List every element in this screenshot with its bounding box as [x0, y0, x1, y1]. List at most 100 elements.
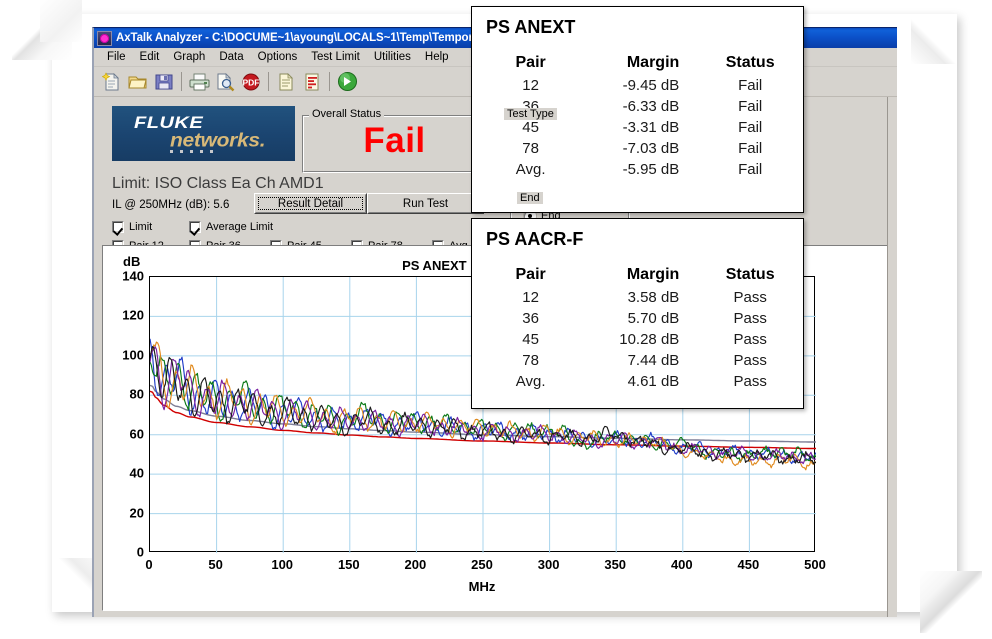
table-header-row: Pair Margin Status [482, 53, 803, 75]
status-badge: Pass [733, 352, 767, 369]
run-arrow-icon[interactable] [334, 69, 360, 95]
status-badge: Pass [733, 289, 767, 306]
table-row: 45 10.28 dB Pass [482, 329, 803, 350]
checkbox-limit[interactable]: Limit [112, 221, 152, 233]
window-title: AxTalk Analyzer - C:\DOCUME~1\ayoung\LOC… [116, 32, 532, 44]
end-group-label: End [517, 192, 543, 204]
x-tick-label: 0 [145, 557, 153, 572]
toolbar-separator-2 [268, 72, 269, 91]
menu-item-file[interactable]: File [100, 50, 133, 64]
checkbox-average-limit-box [189, 221, 201, 233]
right-edge-strip [887, 97, 897, 617]
ps-anext-panel-title: PS ANEXT [486, 17, 576, 37]
col-header-pair: Pair [515, 54, 546, 71]
paper-fold-bottom-right [920, 571, 982, 633]
table-row: 78 7.44 dB Pass [482, 350, 803, 371]
table-row: 12 -9.45 dB Fail [482, 75, 803, 96]
y-tick-label: 40 [129, 465, 144, 481]
cell-margin: -5.95 dB [622, 161, 680, 178]
logo-dots [170, 150, 213, 153]
menu-item-help[interactable]: Help [418, 50, 456, 64]
cell-margin: 3.58 dB [627, 289, 680, 306]
toolbar-separator-3 [329, 72, 330, 91]
cell-margin: -7.03 dB [622, 140, 680, 157]
insertion-loss-text: IL @ 250MHz (dB): 5.6 [112, 199, 230, 211]
x-tick-label: 250 [471, 557, 493, 572]
cell-margin: 4.61 dB [627, 373, 680, 390]
overall-status-label: Overall Status [309, 108, 385, 120]
paper-fold-top-right [911, 18, 957, 64]
y-tick-label: 140 [122, 268, 144, 284]
run-test-button[interactable]: Run Test [367, 193, 484, 214]
result-detail-button[interactable]: Result Detail [254, 193, 367, 214]
checkbox-average-limit-label: Average Limit [206, 221, 274, 233]
status-badge: Fail [738, 98, 763, 115]
checkbox-limit-box [112, 221, 124, 233]
menu-item-edit[interactable]: Edit [133, 50, 167, 64]
col-header-status: Status [725, 54, 775, 71]
print-icon[interactable] [186, 69, 212, 95]
menu-item-utilities[interactable]: Utilities [367, 50, 418, 64]
x-tick-label: 450 [737, 557, 760, 572]
export-pdf-icon[interactable]: PDF [238, 69, 264, 95]
table-row: 78 -7.03 dB Fail [482, 138, 803, 159]
y-tick-label: 20 [129, 505, 144, 521]
menu-item-graph[interactable]: Graph [166, 50, 212, 64]
save-disk-icon[interactable] [151, 69, 177, 95]
cell-margin: 7.44 dB [627, 352, 680, 369]
x-tick-label: 400 [670, 557, 693, 572]
y-tick-label: 120 [122, 307, 144, 323]
col-header-status: Status [725, 266, 775, 283]
cell-pair: 78 [522, 352, 539, 369]
table-row: Avg. 4.61 dB Pass [482, 371, 803, 392]
y-tick-label: 80 [129, 386, 144, 402]
overall-status-value: Fail [363, 121, 426, 160]
ps-aacr-f-results-panel: PS AACR-F Pair Margin Status 12 3.58 dB … [471, 218, 804, 409]
report-text-icon[interactable] [273, 69, 299, 95]
cell-pair: 12 [522, 77, 539, 94]
status-badge: Fail [738, 161, 763, 178]
table-row: Avg. -5.95 dB Fail [482, 159, 803, 180]
status-badge: Fail [738, 119, 763, 136]
paper-fold-top-left-inner [40, 0, 82, 42]
fluke-networks-logo: FLUKE networks. [112, 106, 295, 161]
menu-item-data[interactable]: Data [212, 50, 250, 64]
table-row: 12 3.58 dB Pass [482, 287, 803, 308]
toolbar-separator-1 [181, 72, 182, 91]
menu-item-options[interactable]: Options [251, 50, 305, 64]
new-document-icon[interactable] [99, 69, 125, 95]
status-badge: Fail [738, 140, 763, 157]
cell-pair: 45 [522, 119, 539, 136]
menu-item-test-limit[interactable]: Test Limit [304, 50, 367, 64]
cell-pair: Avg. [515, 161, 546, 178]
y-tick-label: 100 [122, 347, 144, 363]
x-tick-label: 50 [208, 557, 223, 572]
table-row: 45 -3.31 dB Fail [482, 117, 803, 138]
result-detail-button-label: Result Detail [277, 197, 344, 210]
open-folder-icon[interactable] [125, 69, 151, 95]
overall-status-group: Overall Status Fail [302, 108, 487, 173]
checkbox-average-limit[interactable]: Average Limit [189, 221, 273, 233]
table-header-row: Pair Margin Status [482, 265, 803, 287]
cell-pair: 36 [522, 310, 539, 327]
table-row: 36 5.70 dB Pass [482, 308, 803, 329]
report-chart-icon[interactable] [299, 69, 325, 95]
cell-margin: -3.31 dB [622, 119, 680, 136]
y-tick-label: 0 [136, 544, 144, 560]
checkbox-limit-label: Limit [129, 221, 153, 233]
ps-aacr-f-results-table: Pair Margin Status 12 3.58 dB Pass 36 5.… [482, 265, 803, 392]
x-tick-label: 200 [404, 557, 427, 572]
cell-margin: 10.28 dB [619, 331, 680, 348]
status-badge: Pass [733, 331, 767, 348]
x-tick-label: 350 [604, 557, 627, 572]
y-axis-title: dB [123, 254, 141, 269]
cell-pair: 45 [522, 331, 539, 348]
status-badge: Fail [738, 77, 763, 94]
x-tick-label: 100 [271, 557, 294, 572]
status-badge: Pass [733, 373, 767, 390]
print-preview-icon[interactable] [212, 69, 238, 95]
cell-margin: -6.33 dB [622, 98, 680, 115]
x-tick-label: 300 [537, 557, 560, 572]
x-tick-label: 150 [337, 557, 360, 572]
cell-margin: -9.45 dB [622, 77, 680, 94]
